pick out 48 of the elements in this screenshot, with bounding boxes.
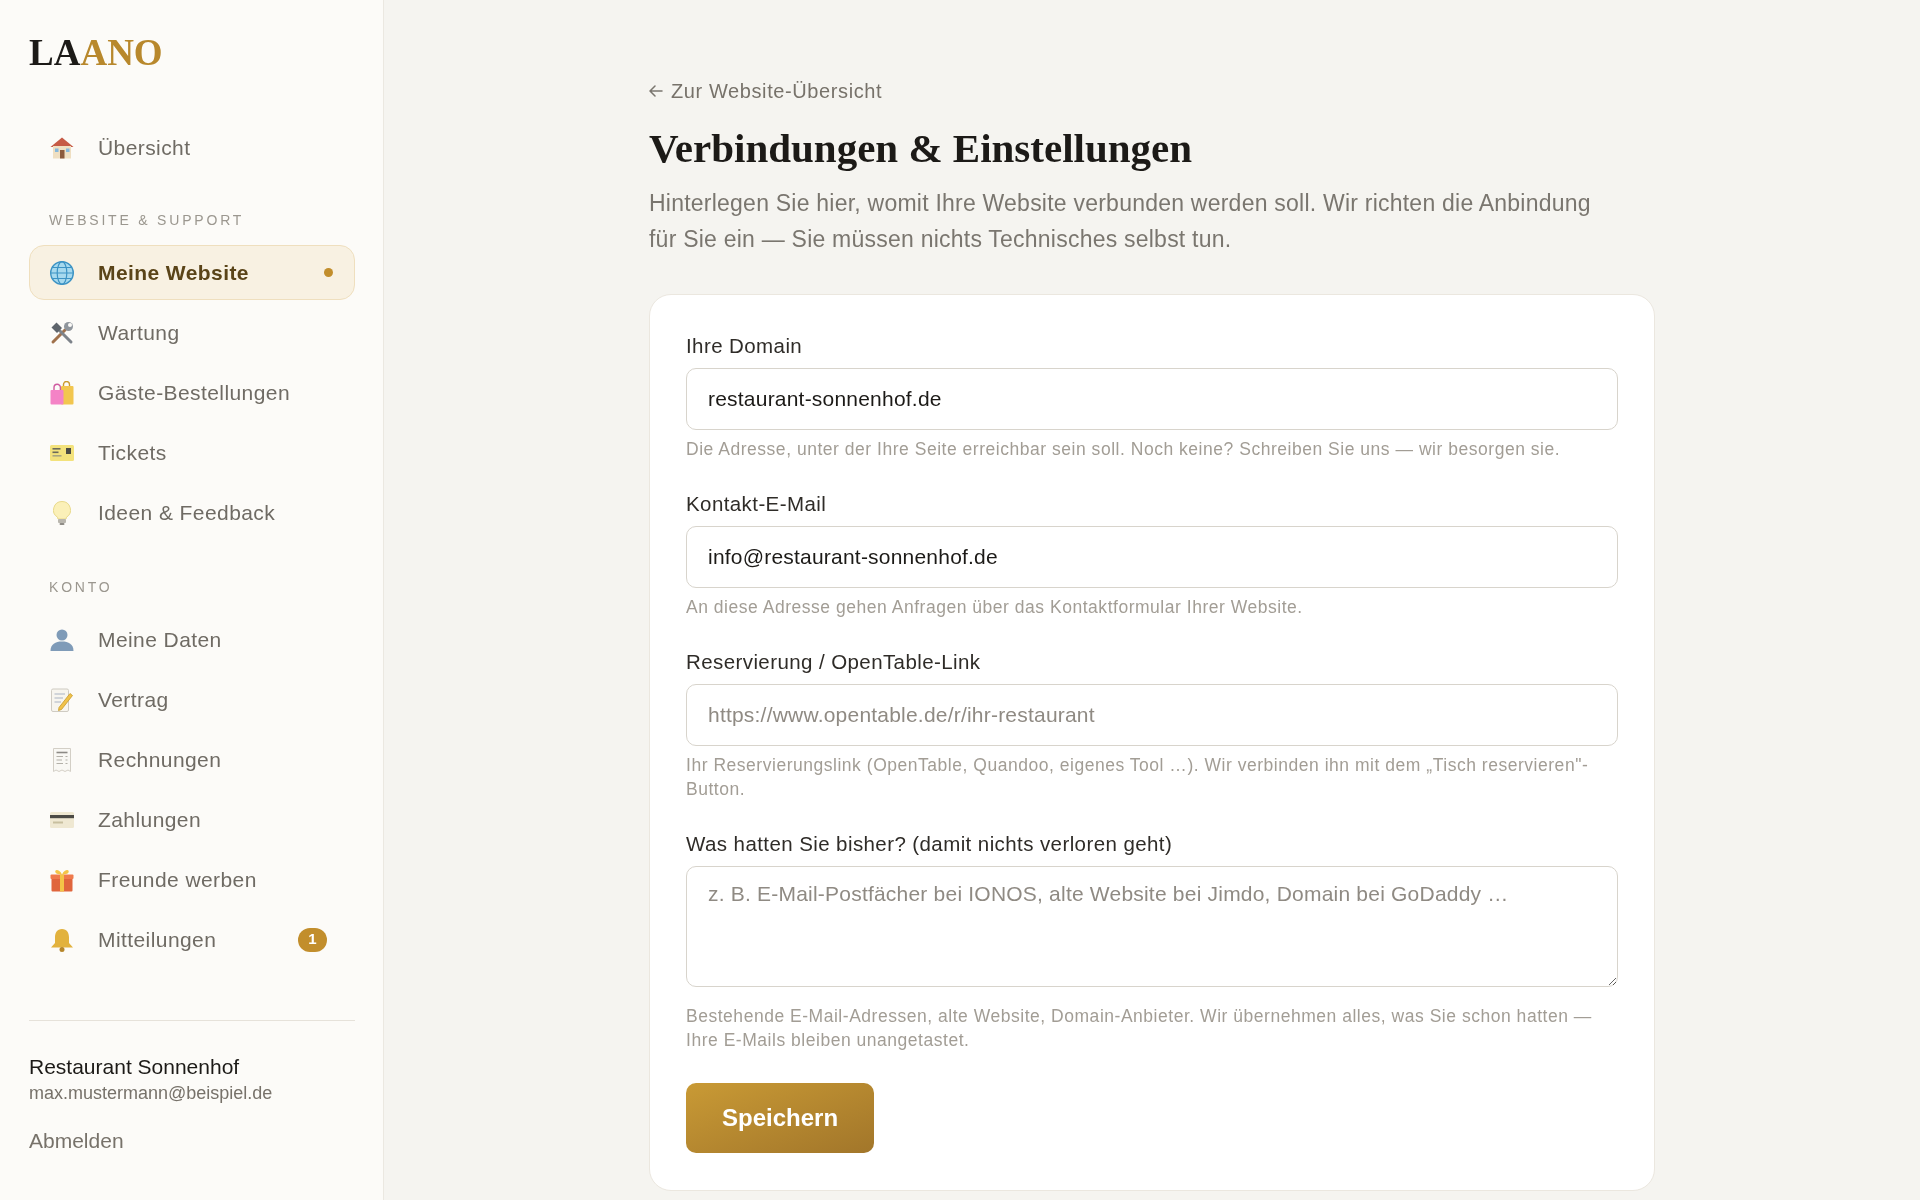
help-text: An diese Adresse gehen Anfragen über das Kontaktformular Ihrer Website.	[686, 596, 1303, 619]
nav-item[interactable]: Meine Daten	[50, 626, 222, 653]
nav-item[interactable]: Wartung	[50, 319, 180, 346]
help-text: Ihr Reservierungslink (OpenTable, Quandoo, eigenes Tool …). Wir verbinden ihn mit dem „Tisch reservieren"-Button.	[686, 754, 1590, 801]
nav-item[interactable]: Vertrag	[50, 686, 169, 713]
nav-item[interactable]: Freunde werben	[50, 866, 257, 893]
help-text: Die Adresse, unter der Ihre Seite erreichbar sein soll. Noch keine? Schreiben Sie uns — wir besorgen sie.	[686, 438, 1561, 461]
email-input[interactable]: info@restaurant-sonnenhof.de	[686, 526, 1618, 588]
nav-item[interactable]: Mitteilungen 1	[50, 926, 327, 953]
person-icon	[50, 628, 74, 651]
gift-icon	[50, 867, 74, 892]
nav-item[interactable]: Meine Website	[29, 245, 355, 300]
receipt-icon	[53, 747, 71, 772]
bell-icon	[50, 927, 74, 952]
field-label: Was hatten Sie bisher? (damit nichts verloren geht)	[686, 832, 1173, 856]
nav-item[interactable]: Zahlungen	[50, 806, 202, 833]
domain-input[interactable]: restaurant-sonnenhof.de	[686, 368, 1618, 430]
previous-services-textarea[interactable]: z. B. E-Mail-Postfächer bei IONOS, alte Website bei Jimdo, Domain bei GoDaddy …	[686, 866, 1618, 987]
account-name: Restaurant Sonnenhof	[29, 1054, 240, 1080]
field-label: Kontakt-E-Mail	[686, 492, 827, 516]
nav-item[interactable]: Tickets	[50, 439, 167, 466]
save-button[interactable]: Speichern	[686, 1083, 875, 1153]
nav-item[interactable]: Rechnungen	[50, 746, 222, 773]
reservation-link-input[interactable]: https://www.opentable.de/r/ihr-restaurant	[686, 684, 1618, 746]
shopping-bags-icon	[50, 380, 74, 405]
page-title: Verbindungen & Einstellungen	[649, 124, 1193, 172]
light-bulb-icon	[53, 500, 71, 525]
logout-link[interactable]: Abmelden	[29, 1128, 124, 1154]
field-label: Reservierung / OpenTable-Link	[686, 650, 981, 674]
account-email: max.mustermann@beispiel.de	[29, 1082, 273, 1104]
logo: LAANO	[29, 31, 163, 75]
count-badge: 1	[298, 927, 327, 952]
memo-pencil-icon	[51, 687, 73, 712]
globe-icon	[50, 260, 74, 285]
arrow-left-icon	[649, 85, 663, 97]
section-heading: KONTO	[49, 578, 113, 596]
field-label: Ihre Domain	[686, 334, 803, 358]
hammer-wrench-icon	[50, 320, 74, 345]
credit-card-icon	[50, 811, 74, 828]
nav-item[interactable]: Gäste-Bestellungen	[50, 379, 290, 406]
house-icon	[50, 136, 74, 159]
back-link[interactable]: Zur Website-Übersicht	[649, 79, 883, 103]
help-text: Bestehende E-Mail-Adressen, alte Website, Domain-Anbieter. Wir übernehmen alles, was Sie schon hatten — Ihre E-Mails bleiben unangetastet.	[686, 1005, 1593, 1052]
nav-item[interactable]: Ideen & Feedback	[50, 499, 276, 526]
nav-item[interactable]: Übersicht	[50, 134, 191, 161]
intro-text: Hinterlegen Sie hier, womit Ihre Website verbunden werden soll. Wir richten die Anbindung für Sie ein — Sie müssen nichts Technisches selbst tun.	[649, 189, 1592, 254]
section-heading: WEBSITE & SUPPORT	[49, 211, 245, 229]
ticket-icon	[50, 444, 74, 461]
